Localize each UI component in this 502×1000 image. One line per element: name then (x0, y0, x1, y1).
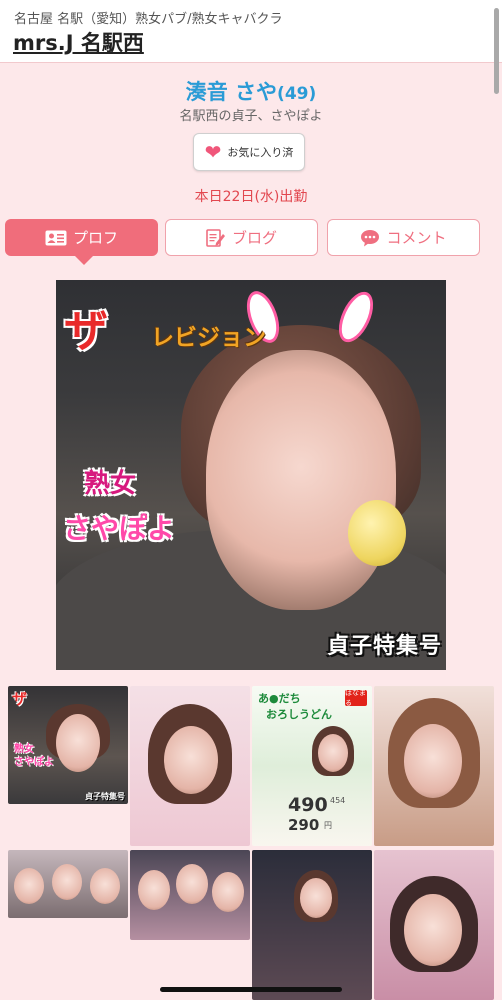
heart-icon: ❤ (204, 140, 222, 164)
photo-face-shape (206, 350, 396, 610)
gallery-thumbnail[interactable] (374, 686, 494, 846)
favorite-button[interactable]: ❤ お気に入り済 (193, 133, 305, 171)
thumb-title: 熟女 さやぽよ (14, 744, 54, 768)
thumb-ad-sub1: 454 (330, 796, 346, 805)
thumb-logo-za: ザ (12, 690, 28, 708)
profile-card-icon (45, 230, 67, 246)
thumb-ad-sub2: 円 (324, 821, 332, 830)
home-indicator[interactable] (160, 987, 342, 992)
tab-profile[interactable]: プロフ (5, 219, 158, 265)
thumb-ad-price2: 290 (288, 816, 320, 834)
gallery-thumbnail[interactable] (252, 850, 372, 1000)
tab-blog-label: ブログ (231, 229, 277, 247)
photo-logo-za: ザ (64, 306, 108, 357)
thumb-ad-caption1: あ●だち (258, 692, 301, 705)
cast-age: (49) (277, 84, 317, 104)
shift-info: 本日22日(水)出勤 (194, 189, 308, 205)
tab-profile-label: プロフ (72, 229, 118, 247)
main-profile-photo[interactable]: ザ レビジョン 熟女 さやぽよ 貞子特集号 (56, 280, 446, 670)
blog-edit-icon (206, 228, 226, 248)
cast-catchphrase: 名駅西の貞子、さやぽよ (179, 109, 323, 124)
gallery-thumbnail[interactable] (130, 686, 250, 846)
favorite-label: お気に入り済 (227, 146, 294, 159)
gallery-thumbnail[interactable]: あ●だち おろしうどん はなまる 490 454 290 円 (252, 686, 372, 846)
comment-bubble-icon (360, 229, 380, 247)
thumb-ad-price1: 490 (288, 794, 328, 816)
gallery-thumbnail[interactable] (130, 850, 250, 940)
thumb-special: 貞子特集号 (85, 792, 125, 801)
thumb-ad-logo: はなまる (345, 689, 367, 707)
gallery-thumbnail[interactable] (374, 850, 494, 1000)
shop-subtitle: 名古屋 名駅（愛知）熟女パブ/熟女キャバクラ (14, 12, 283, 27)
photo-title-line1: 熟女 (84, 469, 137, 499)
photo-special-issue: 貞子特集号 (326, 634, 442, 659)
gallery-thumbnail[interactable] (8, 850, 128, 918)
photo-title-line2: さやぽよ (63, 512, 176, 545)
shop-header: 名古屋 名駅（愛知）熟女パブ/熟女キャバクラ mrs.J 名駅西 (0, 0, 502, 63)
cast-name: 湊音 さや (185, 80, 278, 104)
photo-lemon (348, 500, 406, 566)
thumb-ad-caption2: おろしうどん (266, 708, 332, 721)
photo-logo-text: レビジョン (151, 325, 266, 351)
cast-name-row: 湊音 さや(49) (0, 76, 502, 106)
gallery-thumbnail[interactable]: ザ 熟女 さやぽよ 貞子特集号 (8, 686, 128, 804)
tab-blog[interactable]: ブログ (165, 219, 318, 256)
tab-comment-label: コメント (386, 229, 447, 247)
shop-name-link[interactable]: mrs.J 名駅西 (13, 27, 144, 57)
tab-comment[interactable]: コメント (327, 219, 480, 256)
